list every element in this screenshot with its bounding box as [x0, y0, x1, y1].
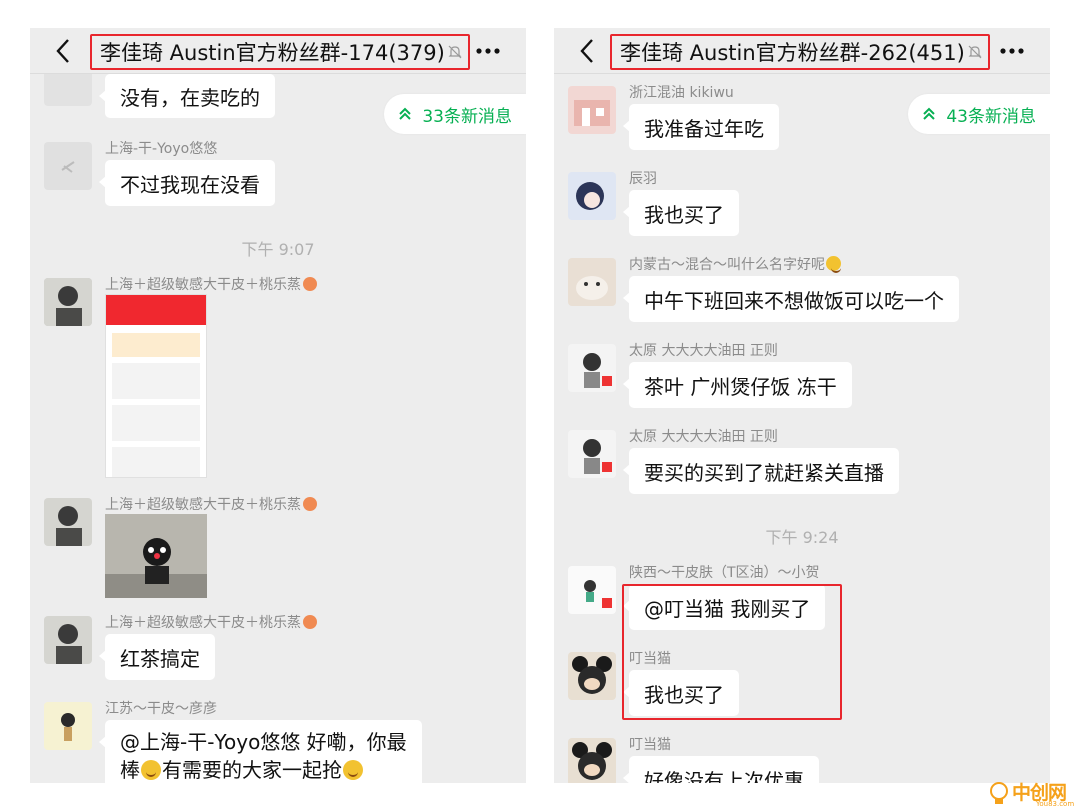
message-bubble[interactable]: 我也买了	[623, 190, 739, 236]
sender-name: 上海-干-Yoyo悠悠	[105, 141, 218, 157]
peach-emoji-icon	[303, 277, 317, 291]
avatar[interactable]	[44, 702, 92, 750]
message-bubble[interactable]: @上海-干-Yoyo悠悠 好嘞，你最 棒有需要的大家一起抢	[99, 720, 422, 783]
chat-header: 李佳琦 Austin官方粉丝群-262(451)	[554, 28, 1050, 74]
person-photo-icon	[44, 278, 92, 326]
sender-name: 陕西～干皮肤（T区油）～小贺	[629, 565, 820, 581]
chat-window-right: 浙江混油 kikiwu 我准备过年吃 43条新消息 辰羽 我也买了 内蒙古～混合…	[554, 28, 1050, 783]
avatar[interactable]	[568, 86, 616, 134]
avatar[interactable]	[568, 652, 616, 700]
anime-girl-icon	[568, 172, 616, 220]
sender-name: 太原 大大大大油田 正则	[629, 429, 778, 445]
message-text: 中午下班回来不想做饭可以吃一个	[644, 288, 944, 313]
person-photo-icon	[44, 498, 92, 546]
highlight-box	[622, 584, 842, 720]
message-text: 不过我现在没看	[120, 172, 260, 197]
muted-bell-icon	[968, 45, 982, 59]
smirk-emoji-icon	[826, 256, 841, 273]
timestamp: 下午 9:07	[241, 240, 315, 259]
message-bubble[interactable]: 要买的买到了就赶紧关直播	[623, 448, 899, 494]
new-messages-label: 33条新消息	[422, 106, 512, 127]
avatar[interactable]	[568, 172, 616, 220]
cat-photo-icon	[568, 258, 616, 306]
new-messages-label: 43条新消息	[946, 106, 1036, 127]
image-message-screenshot[interactable]	[105, 294, 207, 478]
watermark-logo: 中创网 You83.com	[984, 776, 1076, 810]
person-photo-icon	[44, 616, 92, 664]
avatar[interactable]	[44, 498, 92, 546]
more-options-icon[interactable]	[998, 40, 1026, 62]
back-arrow-icon[interactable]	[52, 36, 76, 66]
chat-title-text: 李佳琦 Austin官方粉丝群-174(379)	[100, 41, 445, 65]
message-text: 要买的买到了就赶紧关直播	[644, 460, 884, 485]
avatar[interactable]	[44, 142, 92, 190]
chat-window-left: 没有，在卖吃的 33条新消息 上海-干-Yoyo悠悠 不过我现在没看 下午 9:…	[30, 28, 526, 783]
kumamon-photo-icon	[105, 514, 207, 598]
avatar[interactable]	[44, 72, 92, 106]
avatar[interactable]	[568, 430, 616, 478]
image-header-bar	[106, 295, 206, 325]
avatar-logo-icon	[61, 161, 75, 173]
girl-sketch-icon	[568, 430, 616, 478]
new-messages-button[interactable]: 33条新消息	[384, 94, 526, 134]
message-bubble[interactable]: 红茶搞定	[99, 634, 215, 680]
double-chevron-up-icon	[923, 107, 936, 120]
mickey-doll-icon	[568, 652, 616, 700]
avatar[interactable]	[568, 566, 616, 614]
peach-emoji-icon	[303, 615, 317, 629]
message-text: 茶叶 广州煲仔饭 冻干	[644, 374, 837, 399]
cartoon-figure-icon	[568, 566, 616, 614]
message-text-line2: 棒有需要的大家一起抢	[120, 756, 407, 783]
avatar[interactable]	[568, 738, 616, 783]
message-text: @上海-干-Yoyo悠悠 好嘞，你最	[120, 730, 407, 754]
chat-header: 李佳琦 Austin官方粉丝群-174(379)	[30, 28, 526, 74]
chat-title: 李佳琦 Austin官方粉丝群-262(451)	[610, 34, 990, 70]
watermark-lightbulb-icon	[990, 782, 1008, 804]
sender-name: 叮当猫	[629, 737, 671, 753]
sender-name: 上海＋超级敏感大干皮＋桃乐蒸	[105, 612, 317, 632]
message-text: 没有，在卖吃的	[120, 85, 260, 110]
girl-sketch-icon	[568, 344, 616, 392]
cartoon-girl-icon	[44, 702, 92, 750]
message-text: 我准备过年吃	[644, 116, 764, 141]
message-text: 我也买了	[644, 202, 724, 227]
message-bubble[interactable]: 不过我现在没看	[99, 160, 275, 206]
double-chevron-up-icon	[399, 107, 412, 120]
sender-name: 内蒙古～混合～叫什么名字好呢	[629, 254, 842, 274]
message-text: 红茶搞定	[120, 646, 200, 671]
message-bubble[interactable]: 我准备过年吃	[623, 104, 779, 150]
message-bubble[interactable]: 茶叶 广州煲仔饭 冻干	[623, 362, 852, 408]
muted-bell-icon	[448, 45, 462, 59]
watermark-url: You83.com	[1036, 800, 1075, 808]
pink-house-photo-icon	[568, 86, 616, 134]
sender-name: 太原 大大大大油田 正则	[629, 343, 778, 359]
image-message-photo[interactable]	[105, 514, 207, 598]
mickey-doll-icon	[568, 738, 616, 783]
sender-name: 上海＋超级敏感大干皮＋桃乐蒸	[105, 274, 317, 294]
new-messages-button[interactable]: 43条新消息	[908, 94, 1050, 134]
message-bubble[interactable]: 没有，在卖吃的	[99, 74, 275, 118]
avatar[interactable]	[568, 258, 616, 306]
message-bubble[interactable]: 中午下班回来不想做饭可以吃一个	[623, 276, 959, 322]
avatar[interactable]	[568, 344, 616, 392]
message-bubble[interactable]: 好像没有上次优惠	[623, 756, 819, 784]
timestamp: 下午 9:24	[765, 528, 839, 547]
chat-title-text: 李佳琦 Austin官方粉丝群-262(451)	[620, 41, 965, 65]
avatar[interactable]	[44, 278, 92, 326]
more-options-icon[interactable]	[474, 40, 502, 62]
smile-emoji-icon	[141, 760, 161, 780]
avatar[interactable]	[44, 616, 92, 664]
sender-name: 辰羽	[629, 171, 657, 187]
back-arrow-icon[interactable]	[576, 36, 600, 66]
peach-emoji-icon	[303, 497, 317, 511]
sender-name: 浙江混油 kikiwu	[629, 85, 734, 101]
message-text: 好像没有上次优惠	[644, 768, 804, 784]
sender-name: 上海＋超级敏感大干皮＋桃乐蒸	[105, 494, 317, 514]
grin-emoji-icon	[343, 760, 363, 780]
chat-title: 李佳琦 Austin官方粉丝群-174(379)	[90, 34, 470, 70]
sender-name: 江苏～干皮～彦彦	[105, 701, 217, 717]
